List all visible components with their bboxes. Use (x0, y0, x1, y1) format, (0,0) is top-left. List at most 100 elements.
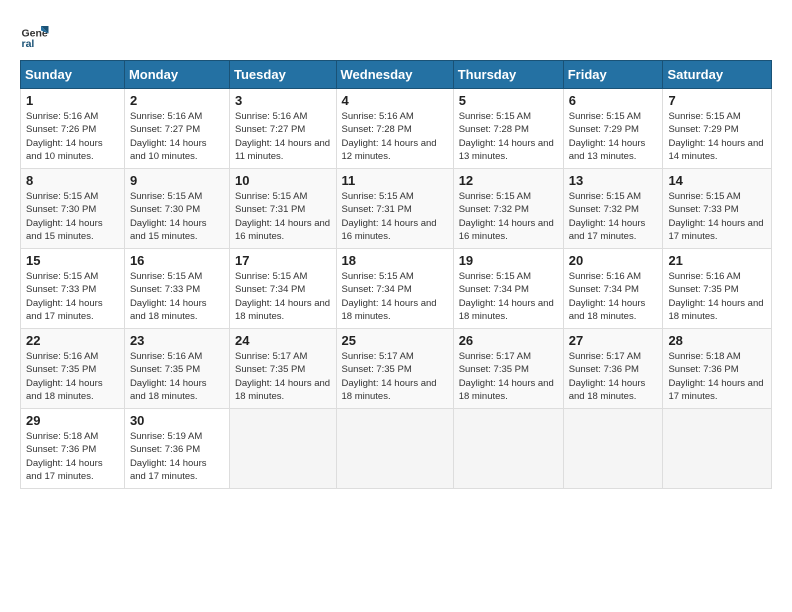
day-number: 15 (26, 253, 119, 268)
calendar-cell-day-4: 4 Sunrise: 5:16 AMSunset: 7:28 PMDaylight… (336, 89, 453, 169)
day-info: Sunrise: 5:19 AMSunset: 7:36 PMDaylight:… (130, 430, 224, 483)
day-number: 4 (342, 93, 448, 108)
day-info: Sunrise: 5:15 AMSunset: 7:28 PMDaylight:… (459, 110, 558, 163)
empty-cell (563, 409, 663, 489)
calendar-cell-day-18: 18 Sunrise: 5:15 AMSunset: 7:34 PMDayligh… (336, 249, 453, 329)
day-number: 1 (26, 93, 119, 108)
calendar-cell-day-3: 3 Sunrise: 5:16 AMSunset: 7:27 PMDaylight… (230, 89, 336, 169)
calendar-week-5: 29Sunrise: 5:18 AMSunset: 7:36 PMDayligh… (21, 409, 772, 489)
column-header-sunday: Sunday (21, 61, 125, 89)
day-info: Sunrise: 5:16 AMSunset: 7:28 PMDaylight:… (342, 110, 448, 163)
day-number: 11 (342, 173, 448, 188)
day-number: 20 (569, 253, 658, 268)
calendar-cell-day-10: 10 Sunrise: 5:15 AMSunset: 7:31 PMDayligh… (230, 169, 336, 249)
calendar-cell-day-25: 25 Sunrise: 5:17 AMSunset: 7:35 PMDayligh… (336, 329, 453, 409)
calendar-cell-day-24: 24Sunrise: 5:17 AMSunset: 7:35 PMDayligh… (230, 329, 336, 409)
day-info: Sunrise: 5:17 AMSunset: 7:35 PMDaylight:… (459, 350, 558, 403)
calendar-week-4: 22 Sunrise: 5:16 AMSunset: 7:35 PMDayligh… (21, 329, 772, 409)
calendar-cell-day-15: 15 Sunrise: 5:15 AMSunset: 7:33 PMDayligh… (21, 249, 125, 329)
day-info: Sunrise: 5:15 AMSunset: 7:34 PMDaylight:… (342, 270, 448, 323)
calendar-cell-day-14: 14 Sunrise: 5:15 AMSunset: 7:33 PMDayligh… (663, 169, 772, 249)
day-info: Sunrise: 5:15 AMSunset: 7:32 PMDaylight:… (459, 190, 558, 243)
calendar-cell-day-23: 23Sunrise: 5:16 AMSunset: 7:35 PMDayligh… (124, 329, 229, 409)
calendar-cell-day-30: 30Sunrise: 5:19 AMSunset: 7:36 PMDayligh… (124, 409, 229, 489)
calendar-cell-day-7: 7Sunrise: 5:15 AMSunset: 7:29 PMDaylight… (663, 89, 772, 169)
empty-cell (336, 409, 453, 489)
calendar-cell-day-26: 26 Sunrise: 5:17 AMSunset: 7:35 PMDayligh… (453, 329, 563, 409)
calendar-cell-day-5: 5 Sunrise: 5:15 AMSunset: 7:28 PMDaylight… (453, 89, 563, 169)
day-number: 28 (668, 333, 766, 348)
day-info: Sunrise: 5:15 AMSunset: 7:33 PMDaylight:… (668, 190, 766, 243)
calendar-week-1: 1 Sunrise: 5:16 AMSunset: 7:26 PMDaylight… (21, 89, 772, 169)
day-info: Sunrise: 5:16 AMSunset: 7:35 PMDaylight:… (26, 350, 119, 403)
day-info: Sunrise: 5:15 AMSunset: 7:33 PMDaylight:… (26, 270, 119, 323)
day-number: 16 (130, 253, 224, 268)
day-info: Sunrise: 5:15 AMSunset: 7:33 PMDaylight:… (130, 270, 224, 323)
logo: Gene ral (20, 20, 54, 50)
calendar-cell-day-21: 21 Sunrise: 5:16 AMSunset: 7:35 PMDayligh… (663, 249, 772, 329)
day-number: 10 (235, 173, 330, 188)
day-number: 6 (569, 93, 658, 108)
day-number: 3 (235, 93, 330, 108)
calendar-cell-day-12: 12 Sunrise: 5:15 AMSunset: 7:32 PMDayligh… (453, 169, 563, 249)
calendar-cell-day-19: 19 Sunrise: 5:15 AMSunset: 7:34 PMDayligh… (453, 249, 563, 329)
day-info: Sunrise: 5:16 AMSunset: 7:27 PMDaylight:… (235, 110, 330, 163)
day-info: Sunrise: 5:16 AMSunset: 7:27 PMDaylight:… (130, 110, 224, 163)
day-number: 2 (130, 93, 224, 108)
page-header: Gene ral (20, 20, 772, 50)
column-header-saturday: Saturday (663, 61, 772, 89)
day-number: 5 (459, 93, 558, 108)
column-header-tuesday: Tuesday (230, 61, 336, 89)
day-info: Sunrise: 5:15 AMSunset: 7:29 PMDaylight:… (569, 110, 658, 163)
day-info: Sunrise: 5:15 AMSunset: 7:32 PMDaylight:… (569, 190, 658, 243)
day-number: 14 (668, 173, 766, 188)
calendar-cell-day-16: 16 Sunrise: 5:15 AMSunset: 7:33 PMDayligh… (124, 249, 229, 329)
day-number: 27 (569, 333, 658, 348)
day-info: Sunrise: 5:17 AMSunset: 7:35 PMDaylight:… (342, 350, 448, 403)
day-number: 12 (459, 173, 558, 188)
day-number: 25 (342, 333, 448, 348)
day-number: 22 (26, 333, 119, 348)
day-number: 7 (668, 93, 766, 108)
calendar-cell-day-13: 13 Sunrise: 5:15 AMSunset: 7:32 PMDayligh… (563, 169, 663, 249)
calendar-cell-day-1: 1 Sunrise: 5:16 AMSunset: 7:26 PMDaylight… (21, 89, 125, 169)
calendar-cell-day-11: 11Sunrise: 5:15 AMSunset: 7:31 PMDayligh… (336, 169, 453, 249)
svg-text:ral: ral (22, 38, 35, 50)
empty-cell (230, 409, 336, 489)
column-header-monday: Monday (124, 61, 229, 89)
calendar-cell-day-28: 28 Sunrise: 5:18 AMSunset: 7:36 PMDayligh… (663, 329, 772, 409)
day-number: 9 (130, 173, 224, 188)
day-info: Sunrise: 5:17 AMSunset: 7:36 PMDaylight:… (569, 350, 658, 403)
calendar-cell-day-2: 2 Sunrise: 5:16 AMSunset: 7:27 PMDaylight… (124, 89, 229, 169)
calendar-week-3: 15 Sunrise: 5:15 AMSunset: 7:33 PMDayligh… (21, 249, 772, 329)
calendar-header-row: SundayMondayTuesdayWednesdayThursdayFrid… (21, 61, 772, 89)
empty-cell (663, 409, 772, 489)
day-number: 8 (26, 173, 119, 188)
calendar-week-2: 8 Sunrise: 5:15 AMSunset: 7:30 PMDaylight… (21, 169, 772, 249)
day-info: Sunrise: 5:15 AMSunset: 7:34 PMDaylight:… (459, 270, 558, 323)
day-info: Sunrise: 5:15 AMSunset: 7:34 PMDaylight:… (235, 270, 330, 323)
day-info: Sunrise: 5:18 AMSunset: 7:36 PMDaylight:… (26, 430, 119, 483)
day-info: Sunrise: 5:16 AMSunset: 7:26 PMDaylight:… (26, 110, 119, 163)
calendar-cell-day-20: 20 Sunrise: 5:16 AMSunset: 7:34 PMDayligh… (563, 249, 663, 329)
day-info: Sunrise: 5:16 AMSunset: 7:35 PMDaylight:… (668, 270, 766, 323)
day-info: Sunrise: 5:15 AMSunset: 7:31 PMDaylight:… (235, 190, 330, 243)
day-number: 24 (235, 333, 330, 348)
day-number: 19 (459, 253, 558, 268)
day-number: 17 (235, 253, 330, 268)
day-number: 21 (668, 253, 766, 268)
day-info: Sunrise: 5:15 AMSunset: 7:30 PMDaylight:… (130, 190, 224, 243)
calendar-cell-day-22: 22 Sunrise: 5:16 AMSunset: 7:35 PMDayligh… (21, 329, 125, 409)
day-number: 13 (569, 173, 658, 188)
day-info: Sunrise: 5:18 AMSunset: 7:36 PMDaylight:… (668, 350, 766, 403)
calendar-cell-day-9: 9 Sunrise: 5:15 AMSunset: 7:30 PMDaylight… (124, 169, 229, 249)
empty-cell (453, 409, 563, 489)
day-info: Sunrise: 5:16 AMSunset: 7:34 PMDaylight:… (569, 270, 658, 323)
calendar-cell-day-8: 8Sunrise: 5:15 AMSunset: 7:30 PMDaylight… (21, 169, 125, 249)
day-number: 23 (130, 333, 224, 348)
day-number: 26 (459, 333, 558, 348)
calendar-table: SundayMondayTuesdayWednesdayThursdayFrid… (20, 60, 772, 489)
day-number: 18 (342, 253, 448, 268)
calendar-cell-day-6: 6 Sunrise: 5:15 AMSunset: 7:29 PMDaylight… (563, 89, 663, 169)
column-header-friday: Friday (563, 61, 663, 89)
